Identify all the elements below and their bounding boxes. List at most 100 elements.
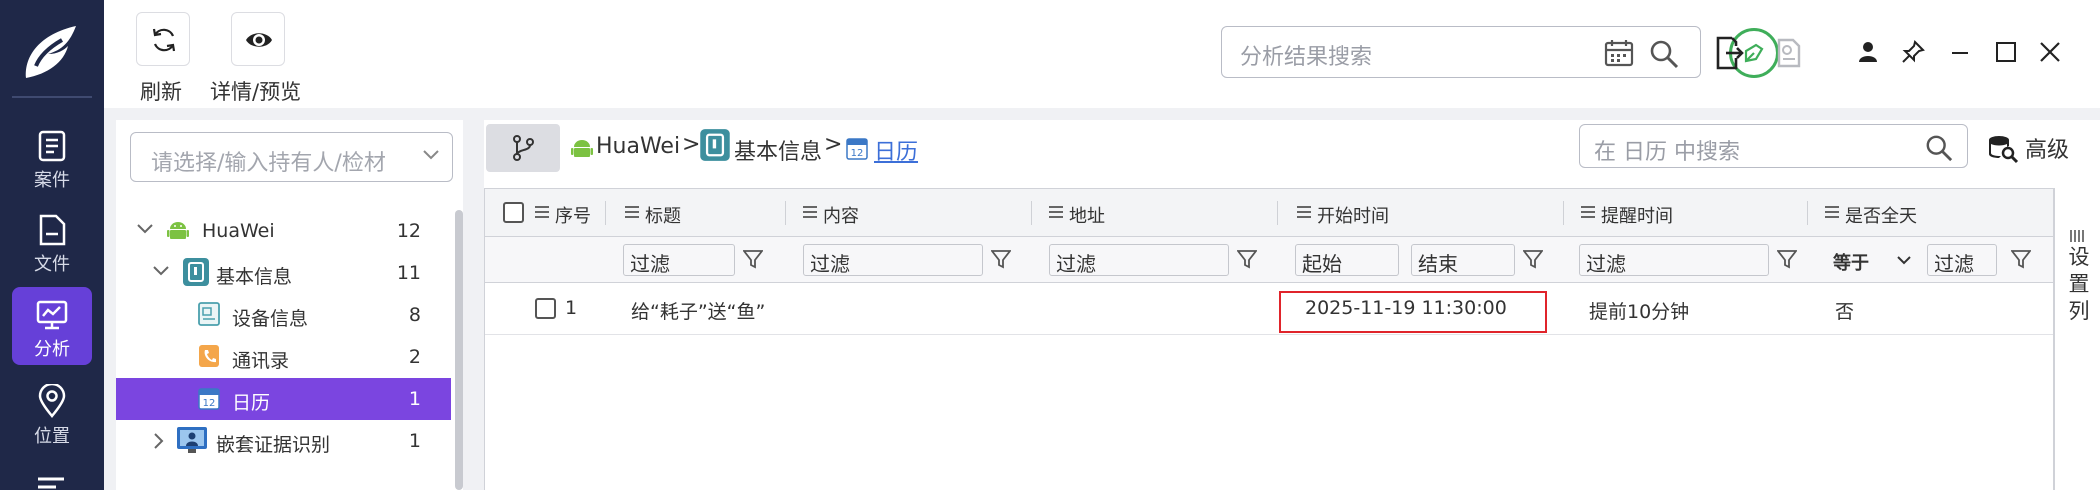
- maximize-icon[interactable]: [1995, 41, 2017, 63]
- column-header-reminder[interactable]: 提醒时间: [1581, 189, 1801, 237]
- list-icon[interactable]: [36, 474, 66, 490]
- select-all-checkbox[interactable]: [503, 202, 524, 223]
- column-settings-button[interactable]: 设置列: [2054, 188, 2100, 490]
- breadcrumb-separator: >: [824, 132, 843, 157]
- search-icon[interactable]: [1649, 39, 1679, 69]
- search-icon[interactable]: [1925, 134, 1953, 162]
- breadcrumb-calendar[interactable]: 日历: [874, 134, 918, 166]
- branch-toggle-button[interactable]: [486, 124, 560, 172]
- refresh-label: 刷新: [140, 80, 182, 104]
- column-title: 内容: [823, 206, 859, 227]
- tree-label: 嵌套证据识别: [216, 434, 331, 456]
- tree-count: 11: [396, 262, 421, 284]
- nav-item-case[interactable]: 案件: [12, 118, 92, 196]
- column-divider[interactable]: [785, 201, 786, 225]
- tree-item-nested-evidence[interactable]: 嵌套证据识别 1: [116, 420, 451, 462]
- analysis-search-input[interactable]: 分析结果搜索: [1221, 26, 1701, 78]
- tree-label: 设备信息: [232, 308, 309, 330]
- filter-icon[interactable]: [1523, 249, 1543, 269]
- calendar-picker-icon[interactable]: [1604, 39, 1634, 67]
- table-search-input[interactable]: 在 日历 中搜索: [1579, 124, 1968, 168]
- column-header-start-time[interactable]: 开始时间: [1297, 189, 1547, 237]
- advanced-label: 高级: [2025, 138, 2070, 163]
- nested-evidence-icon: [177, 427, 207, 453]
- content-filter-input[interactable]: 过滤: [803, 244, 983, 276]
- report-icon[interactable]: [1775, 36, 1803, 70]
- breadcrumb-huawei[interactable]: HuaWei: [596, 134, 680, 159]
- holder-select-combobox[interactable]: 请选择/输入持有人/检材: [130, 132, 453, 182]
- column-title: 开始时间: [1317, 206, 1389, 227]
- tree-scrollbar[interactable]: [455, 210, 463, 490]
- nav-item-analysis[interactable]: 分析: [12, 287, 92, 365]
- app-logo: [18, 20, 84, 86]
- android-icon: [571, 140, 593, 157]
- tree-label: 基本信息: [216, 266, 293, 288]
- nav-item-file[interactable]: 文件: [12, 202, 92, 280]
- start-time-from-input[interactable]: 起始: [1295, 244, 1399, 276]
- nav-divider: [12, 96, 92, 98]
- filter-icon[interactable]: [1237, 249, 1257, 269]
- nav-label-case: 案件: [34, 170, 70, 191]
- tree-item-basic-info[interactable]: 基本信息 11: [116, 252, 451, 294]
- preview-button[interactable]: [231, 12, 285, 66]
- tree-item-contacts[interactable]: 通讯录 2: [116, 336, 451, 378]
- cell-title: 给“耗子”送“鱼”: [631, 301, 766, 323]
- minimize-icon[interactable]: [1950, 43, 1970, 63]
- all-day-operator-select[interactable]: 等于: [1825, 246, 1915, 276]
- svg-text:12: 12: [851, 148, 864, 159]
- calendar-icon: 12: [198, 388, 220, 410]
- branch-icon: [513, 135, 534, 161]
- nav-label-analysis: 分析: [34, 339, 70, 360]
- all-day-filter-input[interactable]: 过滤: [1927, 244, 1997, 276]
- filter-placeholder: 过滤: [1934, 252, 1974, 276]
- contacts-icon: [199, 345, 219, 367]
- chevron-down-icon[interactable]: [136, 222, 154, 236]
- cell-index: 1: [565, 297, 578, 319]
- filter-icon[interactable]: [991, 249, 1011, 269]
- address-filter-input[interactable]: 过滤: [1049, 244, 1229, 276]
- chevron-right-icon[interactable]: [152, 432, 166, 450]
- column-divider[interactable]: [1031, 201, 1032, 225]
- user-icon[interactable]: [1858, 41, 1878, 63]
- column-divider[interactable]: [1563, 201, 1564, 225]
- start-placeholder: 起始: [1302, 252, 1342, 276]
- filter-icon[interactable]: [1777, 249, 1797, 269]
- tree-count: 8: [408, 304, 421, 326]
- analysis-search-placeholder: 分析结果搜索: [1240, 45, 1373, 70]
- left-nav: 案件 文件 分析 位置: [0, 0, 104, 490]
- filter-placeholder: 过滤: [630, 252, 670, 276]
- column-header-index[interactable]: 序号: [535, 189, 635, 237]
- tree-item-calendar[interactable]: 12 日历 1: [116, 378, 451, 420]
- title-filter-input[interactable]: 过滤: [623, 244, 735, 276]
- tree-item-huawei[interactable]: HuaWei 12: [116, 210, 451, 252]
- filter-icon[interactable]: [743, 249, 763, 269]
- filter-icon[interactable]: [2011, 249, 2031, 269]
- column-header-address[interactable]: 地址: [1049, 189, 1269, 237]
- column-divider[interactable]: [605, 201, 606, 225]
- file-icon: [39, 214, 66, 246]
- nav-item-location[interactable]: 位置: [12, 372, 92, 450]
- column-header-all-day[interactable]: 是否全天: [1825, 189, 2045, 237]
- table-row[interactable]: 1 给“耗子”送“鱼” 2025-11-19 11:30:00 提前10分钟 否: [485, 283, 2053, 335]
- tree-count: 1: [408, 430, 421, 452]
- column-settings-label: 设置列: [2068, 245, 2090, 323]
- column-title: 序号: [555, 206, 591, 227]
- close-icon[interactable]: [2039, 41, 2061, 63]
- refresh-button[interactable]: [136, 12, 190, 66]
- column-menu-icon: [625, 206, 639, 218]
- chevron-down-icon[interactable]: [152, 264, 170, 278]
- column-menu-icon: [803, 206, 817, 218]
- column-divider[interactable]: [1807, 201, 1808, 225]
- column-header-title[interactable]: 标题: [625, 189, 785, 237]
- export-icon[interactable]: [1714, 36, 1744, 70]
- basic-info-icon: [700, 129, 730, 161]
- evidence-tree-panel: 请选择/输入持有人/检材 HuaWei 12 基本信息 11 设备信息 8 通讯…: [116, 120, 463, 490]
- breadcrumb-basic-info[interactable]: 基本信息: [734, 134, 822, 166]
- column-divider[interactable]: [1277, 201, 1278, 225]
- reminder-filter-input[interactable]: 过滤: [1579, 244, 1769, 276]
- tree-item-device-info[interactable]: 设备信息 8: [116, 294, 451, 336]
- row-checkbox[interactable]: [535, 298, 556, 319]
- pin-icon[interactable]: [1901, 40, 1925, 64]
- start-time-to-input[interactable]: 结束: [1411, 244, 1515, 276]
- column-header-content[interactable]: 内容: [803, 189, 1023, 237]
